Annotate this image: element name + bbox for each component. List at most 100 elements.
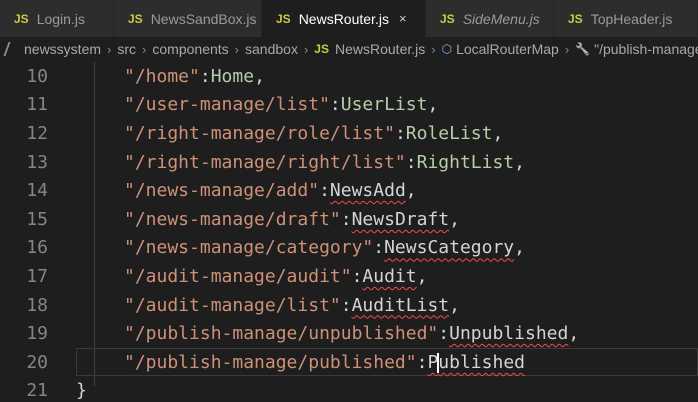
code-editor[interactable]: 10 "/home":Home, 11 "/user-manage/list":Use… — [0, 62, 698, 402]
component-identifier: NewsAdd — [329, 180, 406, 202]
code-line[interactable]: 12 "/right-manage/role/list":RoleList, — [0, 119, 698, 148]
code-line[interactable]: 15 "/news-manage/draft":NewsDraft, — [0, 205, 698, 234]
code-text: "/audit-manage/list":AuditList, — [124, 295, 460, 316]
code-text: "/right-manage/right/list":RightList, — [124, 152, 525, 173]
colon: : — [199, 65, 211, 87]
colon: : — [373, 237, 385, 259]
code-text: "/news-manage/draft":NewsDraft, — [124, 209, 460, 230]
js-file-icon: JS — [14, 11, 29, 26]
code-line[interactable]: 10 "/home":Home, — [0, 62, 698, 91]
route-path-string: "/audit-manage/list" — [124, 294, 341, 316]
code-text: "/home":Home, — [124, 66, 265, 87]
colon: : — [340, 294, 352, 316]
line-number: 13 — [26, 151, 48, 173]
comma: , — [514, 237, 525, 259]
colon: : — [416, 351, 428, 373]
code-text: "/publish-manage/unpublished":Unpublishe… — [124, 323, 579, 344]
code-line[interactable]: 20 "/publish-manage/published":Published — [0, 348, 698, 377]
breadcrumb-item[interactable]: components — [152, 41, 228, 57]
component-identifier: Unpublished — [449, 323, 569, 345]
breadcrumb-item[interactable]: ⬡ LocalRouterMap — [442, 41, 559, 57]
comma: , — [568, 323, 580, 345]
breadcrumb-label: newssystem — [24, 41, 102, 57]
component-identifier: ublished — [438, 351, 525, 373]
code-line[interactable]: 18 "/audit-manage/list":AuditList, — [0, 291, 698, 320]
close-icon[interactable]: × — [399, 11, 407, 26]
code-line[interactable]: 21} — [0, 377, 698, 402]
line-number: 15 — [26, 208, 48, 230]
js-file-icon: JS — [568, 11, 583, 26]
code-line[interactable]: 11 "/user-manage/list":UserList, — [0, 91, 698, 120]
colon: : — [340, 208, 352, 230]
breadcrumb-item[interactable]: 🔧 "/publish-manage — [575, 41, 698, 57]
chevron-right-icon: › — [142, 41, 147, 57]
colon: : — [329, 94, 341, 116]
breadcrumb-item[interactable]: JS NewsRouter.js — [314, 41, 425, 57]
code-line[interactable]: 16 "/news-manage/category":NewsCategory, — [0, 234, 698, 263]
component-identifier: AuditList — [351, 294, 450, 316]
js-file-icon: JS — [128, 11, 143, 26]
tab-topheader[interactable]: JS TopHeader.js — [554, 0, 698, 37]
tab-label: SideMenu.js — [462, 10, 540, 27]
route-path-string: "/right-manage/role/list" — [124, 122, 395, 144]
comma: , — [405, 180, 417, 202]
tab-newsrouter[interactable]: JS NewsRouter.js × — [262, 0, 426, 37]
chevron-right-icon: › — [431, 41, 436, 57]
code-line[interactable]: 17 "/audit-manage/audit":Audit, — [0, 262, 698, 291]
tab-label: NewsRouter.js — [298, 10, 389, 27]
breadcrumb-item[interactable]: sandbox — [245, 41, 298, 57]
js-file-icon: JS — [440, 11, 455, 26]
code-line[interactable]: 13 "/right-manage/right/list":RightList, — [0, 148, 698, 177]
component-identifier: RightList — [416, 151, 515, 173]
route-path-string: "/publish-manage/published" — [124, 351, 417, 373]
route-path-string: "/user-manage/list" — [124, 94, 330, 116]
closing-brace: } — [76, 380, 87, 402]
comma: , — [514, 151, 525, 173]
folder-icon — [3, 42, 21, 56]
line-number: 21 — [26, 380, 48, 402]
tab-label: Login.js — [36, 10, 85, 27]
component-identifier: Audit — [362, 265, 417, 287]
js-file-icon: JS — [314, 42, 329, 56]
breadcrumb-label: src — [117, 41, 137, 57]
breadcrumb-item[interactable]: src — [117, 41, 136, 57]
code-text: "/user-manage/list":UserList, — [124, 94, 438, 115]
editor-tab-bar: JS Login.js JS NewsSandBox.js JS NewsRouter.j… — [0, 0, 698, 37]
symbol-method-icon: ⬡ — [441, 42, 453, 56]
component-identifier: UserList — [340, 94, 428, 116]
line-number: 18 — [26, 294, 48, 316]
colon: : — [438, 323, 450, 345]
tab-newssandbox[interactable]: JS NewsSandBox.js — [114, 0, 262, 37]
breadcrumb-item[interactable]: newssystem — [3, 41, 102, 57]
line-number: 14 — [26, 180, 48, 202]
code-text: "/news-manage/category":NewsCategory, — [124, 237, 525, 258]
tab-sidemenu[interactable]: JS SideMenu.js — [426, 0, 554, 37]
component-identifier: NewsCategory — [384, 237, 515, 259]
code-line[interactable]: 14 "/news-manage/add":NewsAdd, — [0, 176, 698, 205]
line-number: 19 — [26, 323, 48, 345]
chevron-right-icon: › — [234, 41, 240, 57]
tab-label: TopHeader.js — [590, 10, 673, 27]
colon: : — [394, 122, 406, 144]
code-text: "/right-manage/role/list":RoleList, — [124, 123, 503, 144]
code-text: "/publish-manage/published":Published — [124, 352, 525, 373]
colon: : — [319, 180, 330, 202]
route-path-string: "/publish-manage/unpublished" — [124, 323, 439, 345]
route-path-string: "/news-manage/add" — [124, 180, 320, 202]
route-path-string: "/home" — [124, 65, 200, 87]
comma: , — [416, 265, 428, 287]
line-number: 10 — [26, 65, 48, 87]
route-path-string: "/audit-manage/audit" — [124, 265, 352, 287]
comma: , — [449, 294, 460, 316]
colon: : — [405, 151, 417, 173]
breadcrumb-label: "/publish-manage — [594, 41, 698, 57]
colon: : — [351, 265, 363, 287]
tab-login[interactable]: JS Login.js — [0, 0, 114, 37]
comma: , — [427, 94, 439, 116]
component-identifier: NewsDraft — [351, 208, 450, 230]
line-number: 20 — [26, 351, 48, 373]
code-text: "/news-manage/add":NewsAdd, — [124, 180, 417, 201]
tab-label: NewsSandBox.js — [150, 10, 257, 27]
code-text: "/audit-manage/audit":Audit, — [124, 266, 427, 287]
code-line[interactable]: 19 "/publish-manage/unpublished":Unpublis… — [0, 319, 698, 348]
